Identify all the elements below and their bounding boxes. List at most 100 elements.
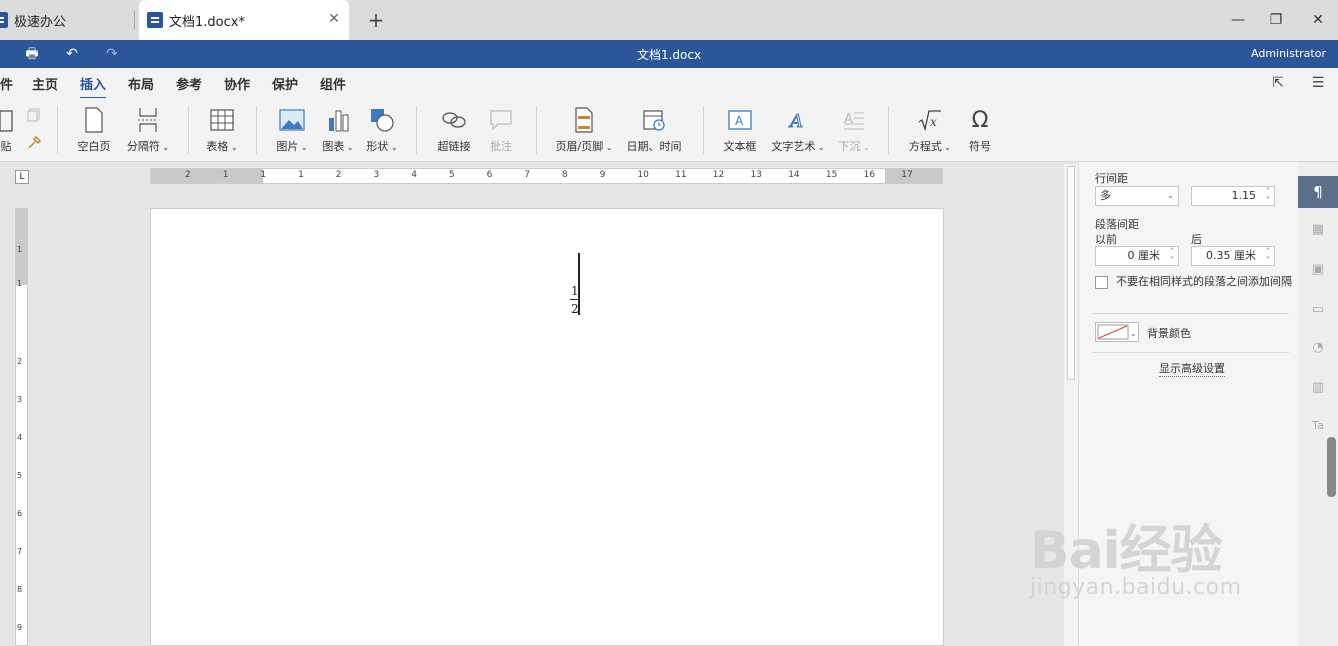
ruler-number: 1 — [17, 279, 23, 288]
watermark-brand: Bai经验 — [1030, 521, 1223, 581]
sidebar-scrollbar[interactable] — [1327, 437, 1336, 497]
ruler-number: 8 — [17, 585, 23, 594]
no-space-checkbox[interactable] — [1095, 276, 1108, 289]
header-footer-settings-icon[interactable]: ▭ — [1308, 300, 1328, 320]
fraction-numerator: 1 — [571, 284, 579, 298]
shape-button[interactable]: 形状 ⌄ — [362, 106, 402, 154]
shape-settings-icon[interactable]: ◔ — [1308, 338, 1328, 358]
vertical-ruler[interactable]: 1 1 2 3 4 5 6 7 8 9 — [15, 208, 28, 646]
paste-label: 贴 — [0, 140, 12, 153]
ruler-number: 10 — [637, 170, 649, 180]
tab-document[interactable]: 文档1.docx* ✕ — [139, 0, 349, 40]
document-page[interactable] — [150, 208, 944, 646]
ribbon-divider — [188, 106, 189, 154]
svg-text:A: A — [844, 112, 853, 127]
format-painter-icon[interactable] — [26, 135, 42, 153]
hamburger-menu-icon[interactable]: ☰ — [1309, 74, 1327, 92]
menu-file[interactable]: 件 — [0, 74, 13, 93]
menu-references[interactable]: 参考 — [176, 74, 202, 93]
chart-settings-icon[interactable]: ▥ — [1308, 378, 1328, 398]
paste-button[interactable]: 贴 — [0, 106, 16, 154]
ribbon-divider — [888, 106, 889, 154]
spacing-after-input[interactable]: 0.35 厘米 ˄ ˅ — [1191, 246, 1275, 266]
menu-home[interactable]: 主页 — [32, 74, 58, 93]
wordart-button[interactable]: A 文字艺术 ⌄ — [768, 106, 828, 154]
blank-page-label: 空白页 — [77, 140, 111, 153]
copy-icon[interactable] — [26, 108, 42, 125]
table-icon — [202, 106, 242, 134]
calendar-icon — [624, 106, 684, 134]
new-tab-icon[interactable]: + — [366, 9, 386, 31]
symbol-label: 符号 — [969, 140, 991, 153]
blank-page-button[interactable]: 空白页 — [74, 106, 114, 154]
tab-label: 极速办公 — [14, 14, 67, 30]
ribbon-divider — [536, 106, 537, 154]
chart-icon — [318, 106, 358, 134]
hyperlink-button[interactable]: 超链接 — [434, 106, 474, 154]
chart-button[interactable]: 图表 ⌄ — [318, 106, 358, 154]
tab-label: 文档1.docx* — [169, 14, 245, 30]
spacing-before-input[interactable]: 0 厘米 ˄ ˅ — [1095, 246, 1179, 266]
text-art-settings-icon[interactable]: Ta — [1308, 416, 1328, 436]
dropdown-caret-icon: ⌄ — [159, 143, 170, 152]
ruler-number: 13 — [750, 170, 762, 180]
picture-button[interactable]: 图片 ⌄ — [272, 106, 312, 154]
ruler-number: 2 — [185, 170, 191, 180]
scrollbar-thumb[interactable] — [1067, 166, 1075, 380]
after-label: 后 — [1191, 233, 1202, 246]
background-color-picker[interactable]: ⌄ — [1095, 322, 1139, 342]
ribbon-toolbar: 贴 空白页 分隔符 ⌄ 表格 ⌄ 图片 ⌄ 图表 ⌄ 形状 ⌄ 超链接 批注 页… — [0, 98, 1338, 162]
dropcap-label: 下沉 — [838, 140, 861, 153]
menu-protect[interactable]: 保护 — [272, 74, 298, 93]
advanced-settings-link[interactable]: 显示高级设置 — [1159, 360, 1225, 377]
page-break-label: 分隔符 — [126, 140, 160, 153]
spinner-icon[interactable]: ˄ ˅ — [1170, 247, 1174, 265]
spinner-icon[interactable]: ˄ ˅ — [1266, 187, 1270, 205]
image-settings-icon[interactable]: ▣ — [1308, 260, 1328, 280]
dropdown-caret-icon: ⌄ — [298, 143, 308, 152]
user-name[interactable]: Administrator — [1251, 47, 1326, 60]
equation-label: 方程式 — [908, 140, 942, 153]
symbol-button[interactable]: Ω 符号 — [964, 106, 996, 154]
menu-collaborate[interactable]: 协作 — [224, 74, 250, 93]
header-footer-button[interactable]: 页眉/页脚 ⌄ — [553, 106, 615, 154]
ruler-number: 1 — [298, 170, 304, 180]
menu-layout[interactable]: 布局 — [128, 74, 154, 93]
horizontal-ruler[interactable]: 2 1 1 1 2 3 4 5 6 7 8 9 10 11 12 13 14 15 16 17 — [150, 168, 943, 184]
comment-label: 批注 — [490, 140, 512, 153]
table-button[interactable]: 表格 ⌄ — [202, 106, 242, 154]
fraction-denominator: 2 — [571, 302, 579, 316]
datetime-button[interactable]: 日期、时间 — [624, 106, 684, 154]
ruler-number: 2 — [17, 357, 23, 366]
page-break-button[interactable]: 分隔符 ⌄ — [124, 106, 172, 154]
open-location-icon[interactable]: ⇱ — [1269, 74, 1287, 92]
maximize-icon[interactable]: ❐ — [1266, 10, 1286, 30]
close-window-icon[interactable]: ✕ — [1308, 10, 1328, 30]
tab-stop-selector[interactable]: L — [15, 170, 29, 184]
equation-icon: x — [906, 106, 954, 134]
close-tab-icon[interactable]: ✕ — [327, 12, 341, 26]
menu-insert[interactable]: 插入 — [80, 74, 107, 99]
picture-icon — [272, 106, 312, 134]
tab-jisu-office[interactable]: 极速办公 — [0, 0, 134, 40]
spinner-icon[interactable]: ˄ ˅ — [1266, 247, 1270, 265]
minimize-icon[interactable]: — — [1228, 10, 1248, 30]
line-spacing-mode-select[interactable]: 多 ⌄ — [1095, 186, 1179, 206]
spacing-before-value: 0 厘米 — [1127, 249, 1161, 262]
ruler-number: 3 — [373, 170, 380, 180]
table-settings-icon[interactable]: ▦ — [1308, 220, 1328, 240]
menu-plugins[interactable]: 组件 — [320, 74, 346, 93]
ruler-number: 9 — [599, 170, 606, 180]
ruler-number: 4 — [411, 170, 417, 180]
dropcap-button[interactable]: A 下沉 ⌄ — [836, 106, 872, 154]
equation-button[interactable]: x 方程式 ⌄ — [906, 106, 954, 154]
line-spacing-value-input[interactable]: 1.15 ˄ ˅ — [1191, 186, 1275, 206]
dropdown-caret-icon: ⌄ — [941, 143, 952, 152]
ruler-number: 6 — [17, 509, 23, 518]
paragraph-icon[interactable]: ¶ — [1298, 176, 1338, 208]
left-margin-region — [151, 169, 263, 183]
ribbon-divider — [416, 106, 417, 154]
comment-button[interactable]: 批注 — [484, 106, 518, 154]
textbox-button[interactable]: A 文本框 — [720, 106, 760, 154]
ruler-number: 11 — [675, 170, 687, 180]
